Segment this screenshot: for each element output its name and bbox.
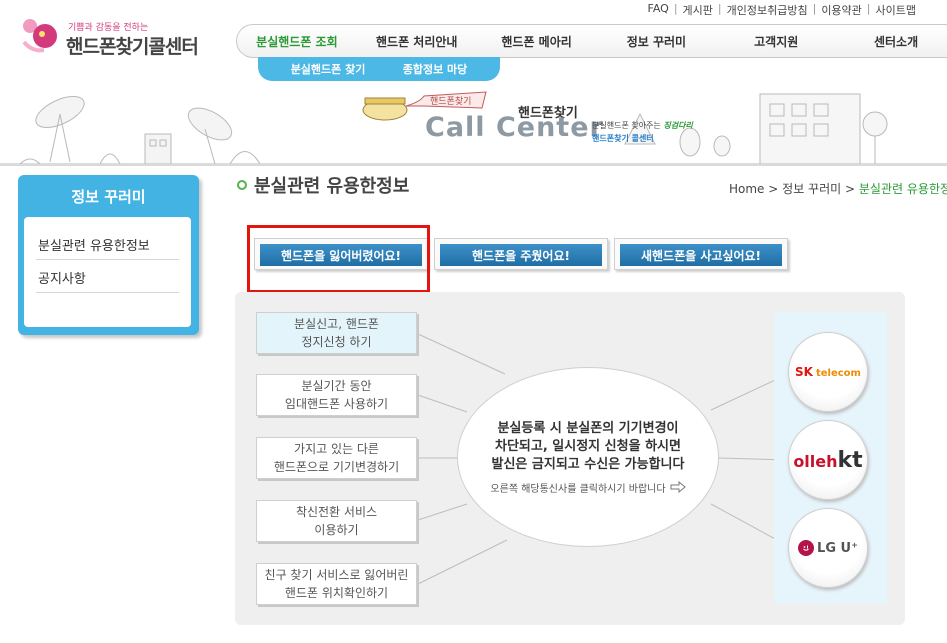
logo-mark-icon [22, 19, 57, 53]
breadcrumb-current: 분실관련 유용한정보 [858, 182, 947, 196]
page-title-text: 분실관련 유용한정보 [254, 176, 410, 197]
info-hint: 오른쪽 해당통신사를 클릭하시기 바랍니다 [490, 480, 686, 495]
faq-link[interactable]: FAQ [643, 2, 674, 18]
sk-telecom-logo: SK telecom [795, 365, 861, 379]
tab-buy-new-phone-label: 새핸드폰을 사고싶어요! [620, 244, 782, 266]
nav-lost-phone-search[interactable]: 분실핸드폰 조회 [237, 33, 357, 50]
banner-sign-text: 핸드폰찾기 [430, 95, 471, 107]
page-title: 분실관련 유용한정보 [237, 172, 409, 198]
banner-title-big: Call Center [425, 112, 604, 143]
tab-lost-phone[interactable]: 핸드폰을 잃어버렸어요! [254, 238, 428, 270]
sidebar-item-useful-info[interactable]: 분실관련 유용한정보 [36, 227, 179, 260]
lg-uplus-logo: LG U⁺ [798, 540, 858, 556]
title-bullet-icon [237, 180, 247, 190]
lg-logo-text: LG U⁺ [817, 540, 858, 556]
banner-desc-highlight: 징검다리 [663, 121, 693, 130]
option-device-change[interactable]: 가지고 있는 다른 핸드폰으로 기기변경하기 [256, 437, 417, 479]
terms-link[interactable]: 이용약관 [816, 2, 866, 18]
nav-customer-support[interactable]: 고객지원 [716, 33, 836, 50]
info-message: 분실등록 시 분실폰의 기기변경이 차단되고, 일시정지 신청을 하시면 발신은… [491, 420, 685, 472]
breadcrumb: Home > 정보 꾸러미 > 분실관련 유용한정보 [729, 180, 947, 197]
tab-found-phone[interactable]: 핸드폰을 주웠어요! [434, 238, 608, 270]
main-nav: 분실핸드폰 조회 핸드폰 처리안내 핸드폰 메아리 정보 꾸러미 고객지원 센터… [236, 24, 947, 58]
nav-phone-guide[interactable]: 핸드폰 처리안내 [357, 33, 477, 50]
chevron-right-icon: > [845, 182, 856, 196]
kt-logo-main: olleh [793, 451, 838, 471]
carrier-olleh-kt[interactable]: ollehkt [788, 420, 868, 500]
nav-center-intro[interactable]: 센터소개 [836, 33, 947, 50]
option-call-forwarding[interactable]: 착신전환 서비스 이용하기 [256, 500, 417, 542]
tab-lost-phone-label: 핸드폰을 잃어버렸어요! [260, 244, 422, 266]
subnav-info-plaza[interactable]: 종합정보 마당 [403, 61, 468, 77]
option-rental-phone[interactable]: 분실기간 동안 임대핸드폰 사용하기 [256, 374, 417, 416]
tab-found-phone-label: 핸드폰을 주웠어요! [440, 244, 602, 266]
carrier-lg-uplus[interactable]: LG U⁺ [788, 508, 868, 588]
sidebar: 정보 꾸러미 분실관련 유용한정보 공지사항 [18, 175, 199, 335]
sk-logo-sub: telecom [815, 368, 861, 379]
site-logo[interactable]: 기쁨과 감동을 전하는 핸드폰찾기콜센터 [18, 12, 208, 58]
banner-desc-prefix: 분실핸드폰 찾아주는 [592, 121, 661, 130]
sidebar-menu: 분실관련 유용한정보 공지사항 [24, 217, 191, 327]
sitemap-link[interactable]: 사이트맵 [871, 2, 921, 18]
option-report-suspend[interactable]: 분실신고, 핸드폰 정지신청 하기 [256, 312, 417, 354]
guide-panel: 분실신고, 핸드폰 정지신청 하기 분실기간 동안 임대핸드폰 사용하기 가지고… [235, 292, 905, 625]
sk-logo-main: SK [795, 365, 813, 379]
kt-logo-sub: kt [837, 447, 863, 473]
tab-buy-new-phone[interactable]: 새핸드폰을 사고싶어요! [614, 238, 788, 270]
utility-links: FAQ | 게시판 | 개인정보취급방침 | 이용약관 | 사이트맵 [643, 2, 922, 18]
banner-desc-line1: 분실핸드폰 찾아주는 징검다리 [592, 120, 693, 131]
nav-phone-echo[interactable]: 핸드폰 메아리 [477, 33, 597, 50]
subnav-find-lost-phone[interactable]: 분실핸드폰 찾기 [291, 61, 366, 77]
sub-nav: 분실핸드폰 찾기 종합정보 마당 [258, 57, 500, 81]
carrier-sk-telecom[interactable]: SK telecom [788, 332, 868, 412]
lg-face-icon [798, 540, 815, 556]
banner: 핸드폰찾기 핸드폰찾기 Call Center 분실핸드폰 찾아주는 징검다리 … [0, 84, 947, 166]
option-friend-locate[interactable]: 친구 찾기 서비스로 잃어버린 핸드폰 위치확인하기 [256, 563, 417, 605]
breadcrumb-home[interactable]: Home [729, 182, 764, 196]
carrier-list: SK telecom ollehkt LG U⁺ [774, 312, 887, 604]
logo-name: 핸드폰찾기콜센터 [66, 36, 199, 58]
olleh-kt-logo: ollehkt [793, 448, 862, 473]
sidebar-title: 정보 꾸러미 [71, 187, 146, 206]
info-bubble: 분실등록 시 분실폰의 기기변경이 차단되고, 일시정지 신청을 하시면 발신은… [457, 367, 719, 547]
board-link[interactable]: 게시판 [678, 2, 718, 18]
privacy-link[interactable]: 개인정보취급방침 [722, 2, 813, 18]
banner-desc-line2: 핸드폰찾기 콜센터 [592, 134, 654, 143]
info-hint-text: 오른쪽 해당통신사를 클릭하시기 바랍니다 [490, 483, 666, 495]
arrow-right-icon [670, 481, 686, 493]
nav-info-bundle[interactable]: 정보 꾸러미 [596, 33, 716, 50]
sidebar-item-notice[interactable]: 공지사항 [36, 260, 179, 293]
chevron-right-icon: > [768, 182, 779, 196]
breadcrumb-section[interactable]: 정보 꾸러미 [782, 182, 841, 196]
